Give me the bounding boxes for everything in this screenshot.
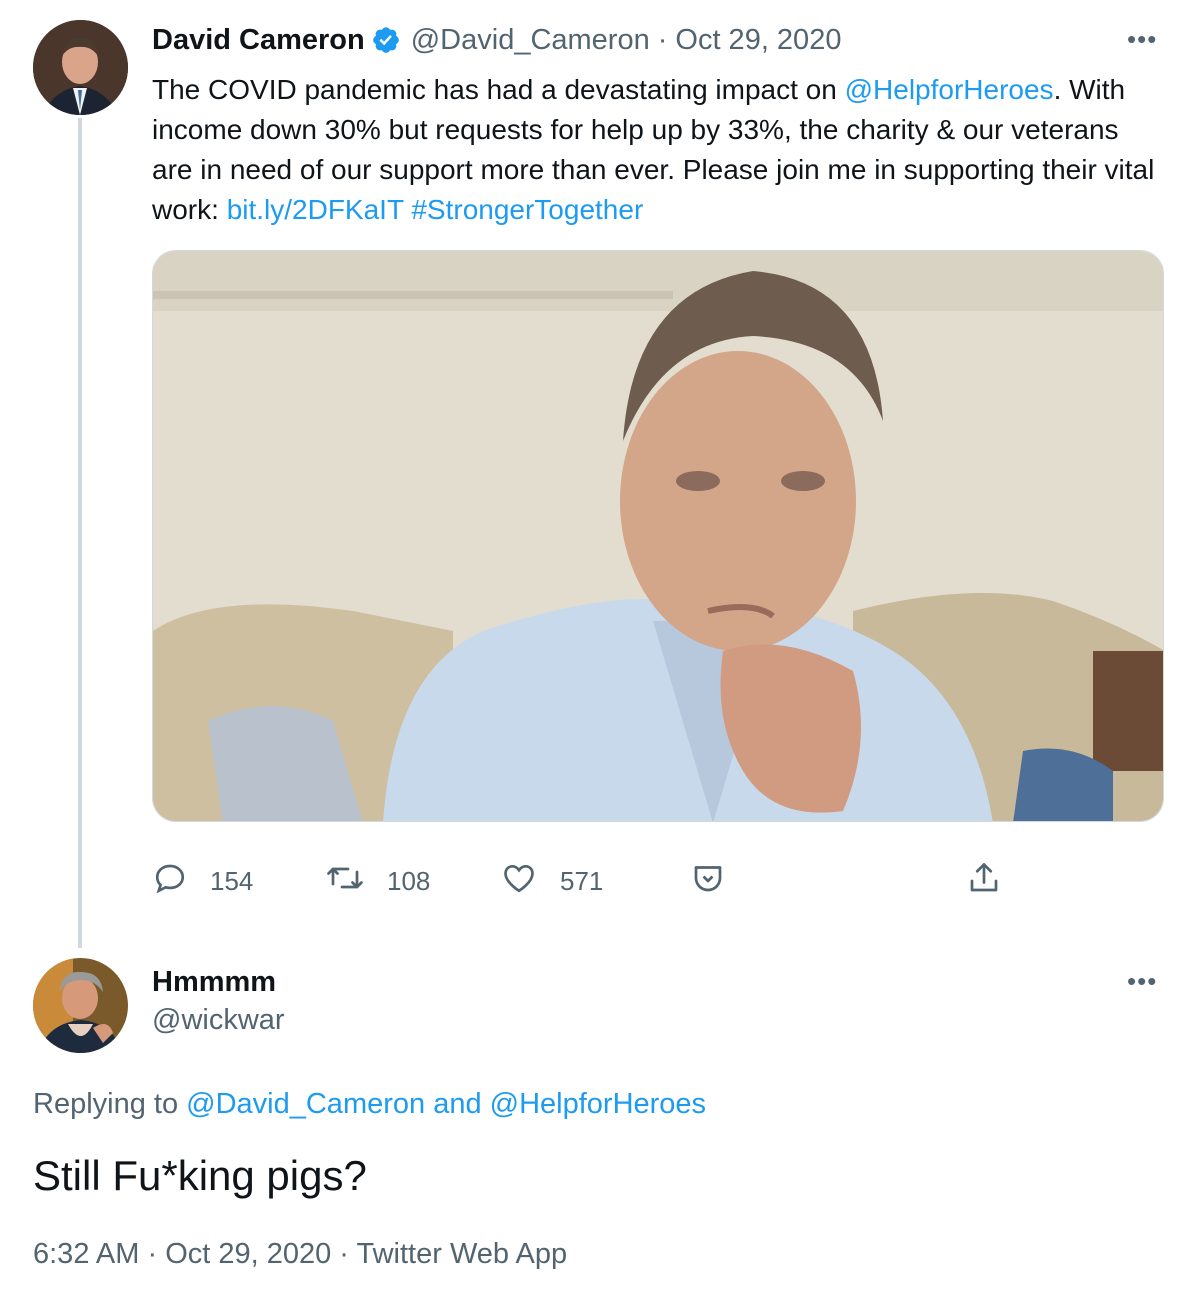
reply-meta: 6:32 AM · Oct 29, 2020 · Twitter Web App (33, 1238, 567, 1271)
tweet-date[interactable]: Oct 29, 2020 (675, 24, 841, 57)
reply-text: Still Fu*king pigs? (33, 1152, 367, 1199)
retweet-icon (325, 860, 387, 903)
retweet-action[interactable]: 108 (325, 860, 430, 903)
reply-source[interactable]: Twitter Web App (357, 1238, 568, 1270)
url-link[interactable]: bit.ly/2DFKaIT (227, 194, 404, 225)
reply-header: Hmmmm (152, 964, 276, 1000)
replying-user-link[interactable]: @David_Cameron (186, 1088, 425, 1120)
reply-action[interactable]: 154 (152, 860, 253, 903)
verified-badge-icon (371, 25, 401, 55)
tip-jar-icon (690, 860, 748, 903)
reply-more-options-icon[interactable]: ••• (1127, 966, 1157, 997)
replying-to: Replying to @David_Cameron and @HelpforH… (33, 1088, 706, 1121)
reply-date[interactable]: Oct 29, 2020 (165, 1238, 331, 1270)
author-name[interactable]: David Cameron (152, 24, 365, 57)
share-icon (966, 860, 1024, 903)
mention-link[interactable]: @HelpforHeroes (845, 74, 1054, 105)
retweet-count: 108 (387, 866, 431, 896)
reply-count: 154 (210, 866, 254, 896)
tweet-text: The COVID pandemic has had a devastating… (152, 70, 1162, 230)
like-count: 571 (560, 866, 604, 896)
reply-icon (152, 860, 210, 903)
tweet-header: David Cameron @David_Cameron · Oct 29, 2… (152, 22, 841, 58)
author-avatar[interactable] (33, 20, 128, 115)
hashtag-link[interactable]: #StrongerTogether (411, 194, 643, 225)
more-options-icon[interactable]: ••• (1127, 24, 1157, 55)
like-action[interactable]: 571 (500, 860, 603, 903)
meta-separator: · (139, 1238, 166, 1270)
like-icon (500, 860, 560, 903)
tweet-photo[interactable] (152, 250, 1164, 822)
tip-jar-action[interactable] (690, 860, 748, 903)
tweet-text-part: The COVID pandemic has had a devastating… (152, 74, 845, 105)
share-action[interactable] (966, 860, 1024, 903)
reply-author-avatar[interactable] (33, 958, 128, 1053)
replying-prefix: Replying to (33, 1088, 187, 1120)
reply-author-name[interactable]: Hmmmm (152, 966, 276, 999)
meta-separator: · (331, 1238, 357, 1270)
replying-and: and (425, 1088, 490, 1120)
reply-time[interactable]: 6:32 AM (33, 1238, 139, 1270)
thread-connector-line (78, 118, 82, 948)
replying-user-link[interactable]: @HelpforHeroes (490, 1088, 706, 1120)
author-handle[interactable]: @David_Cameron (411, 24, 650, 57)
header-separator: · (657, 23, 668, 56)
reply-author-handle[interactable]: @wickwar (152, 1004, 285, 1037)
